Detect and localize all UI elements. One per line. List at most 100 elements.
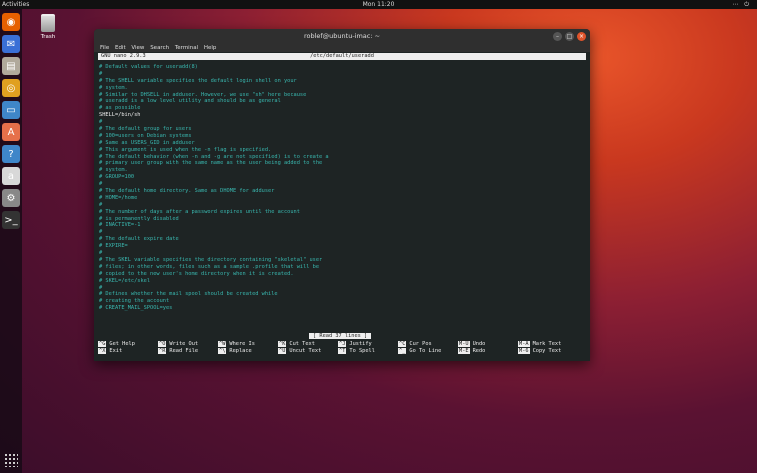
file-line: # creating the account (99, 298, 579, 305)
menu-edit[interactable]: Edit (115, 45, 126, 51)
file-line: # (99, 250, 579, 257)
shortcut-item: ^JJustify (338, 341, 398, 348)
dock: ◉ ✉ ▤ ◎ ▭ A? a ⚙ >_ (0, 9, 22, 473)
shortcut-label: Exit (109, 348, 122, 354)
shortcut-label: Read File (169, 348, 198, 354)
file-line: SHELL=/bin/sh (99, 112, 579, 119)
file-line: # The SHELL variable specifies the defau… (99, 78, 579, 85)
clock[interactable]: Mon 11:20 (0, 0, 757, 9)
file-line: # This argument is used when the -n flag… (99, 147, 579, 154)
dock-files-icon[interactable]: ▤ (2, 57, 20, 75)
shortcut-item: M-AMark Text (518, 341, 578, 348)
close-button[interactable]: × (577, 32, 586, 41)
maximize-button[interactable]: □ (565, 32, 574, 41)
shortcut-item: ^\Replace (218, 348, 278, 355)
shortcut-item: M-UUndo (458, 341, 518, 348)
shortcut-label: Replace (229, 348, 251, 354)
dock-libreoffice-writer-icon[interactable]: ▭ (2, 101, 20, 119)
nano-filename: /etc/default/useradd (98, 53, 586, 60)
file-line: # system. (99, 167, 579, 174)
file-line: # primary user group with the same name … (99, 160, 579, 167)
shortcut-item: ^RRead File (158, 348, 218, 355)
shortcut-label: To Spell (349, 348, 375, 354)
menu-view[interactable]: View (131, 45, 144, 51)
shortcut-label: Get Help (109, 341, 135, 347)
nano-status: [ Read 37 lines ] (309, 333, 371, 339)
menu-search[interactable]: Search (150, 45, 169, 51)
file-line: # Default values for useradd(8) (99, 64, 579, 71)
shortcut-key: ^C (398, 341, 406, 347)
file-line: # The default behavior (when -n and -g a… (99, 154, 579, 161)
file-line: # CREATE_MAIL_SPOOL=yes (99, 305, 579, 312)
file-line: # The default expire date (99, 236, 579, 243)
shortcut-label: Redo (473, 348, 486, 354)
file-line: # 100=users on Debian systems (99, 133, 579, 140)
file-line: # The SKEL variable specifies the direct… (99, 257, 579, 264)
trash-label: Trash (34, 34, 62, 40)
terminal-window: roblef@ubuntu-imac: ~ – □ × File Edit Vi… (94, 29, 590, 361)
dock-software-center-icon[interactable]: A (2, 123, 20, 141)
shortcut-key: ^\ (218, 348, 226, 354)
dock-settings-icon[interactable]: ⚙ (2, 189, 20, 207)
shortcut-key: M-6 (518, 348, 530, 354)
shortcut-item: ^WWhere Is (218, 341, 278, 348)
shortcut-key: M-A (518, 341, 530, 347)
file-line: # Similar to DHSELL in adduser. However,… (99, 92, 579, 99)
shortcut-item: ^XExit (98, 348, 158, 355)
shortcut-label: Justify (349, 341, 371, 347)
shortcut-key: ^O (158, 341, 166, 347)
shortcut-label: Copy Text (533, 348, 562, 354)
top-panel: Activities Mon 11:20 ⋯ ⏻ (0, 0, 757, 9)
dock-amazon-icon[interactable]: a (2, 167, 20, 185)
shortcut-label: Cur Pos (409, 341, 431, 347)
shortcut-key: ^K (278, 341, 286, 347)
shortcut-label: Where Is (229, 341, 255, 347)
shortcut-label: Uncut Text (289, 348, 321, 354)
menu-terminal[interactable]: Terminal (175, 45, 198, 51)
shortcut-label: Cut Text (289, 341, 315, 347)
file-line: # (99, 229, 579, 236)
file-line: # INACTIVE=-1 (99, 222, 579, 229)
minimize-button[interactable]: – (553, 32, 562, 41)
shortcut-item: M-6Copy Text (518, 348, 578, 355)
terminal-area[interactable]: GNU nano 2.9.3 /etc/default/useradd # De… (94, 52, 590, 361)
file-line: # SKEL=/etc/skel (99, 278, 579, 285)
shortcut-label: Go To Line (409, 348, 441, 354)
window-titlebar[interactable]: roblef@ubuntu-imac: ~ – □ × (94, 29, 590, 44)
menu-file[interactable]: File (100, 45, 109, 51)
file-line: # is permanently disabled (99, 216, 579, 223)
file-line: # Defines whether the mail spool should … (99, 291, 579, 298)
file-content[interactable]: # Default values for useradd(8)## The SH… (99, 64, 579, 312)
file-line: # (99, 71, 579, 78)
file-line: # files; in other words, files such as a… (99, 264, 579, 271)
file-line: # system. (99, 85, 579, 92)
show-applications-icon[interactable] (4, 453, 18, 467)
shortcut-key: ^T (338, 348, 346, 354)
dock-help-icon[interactable]: ? (2, 145, 20, 163)
window-title: roblef@ubuntu-imac: ~ (304, 32, 380, 40)
file-line: # as possible (99, 105, 579, 112)
file-line: # copied to the new user's home director… (99, 271, 579, 278)
file-line: # (99, 202, 579, 209)
shortcut-key: ^_ (398, 348, 406, 354)
shortcut-item: ^KCut Text (278, 341, 338, 348)
dock-terminal-icon[interactable]: >_ (2, 211, 20, 229)
file-line: # HOME=/home (99, 195, 579, 202)
shortcut-item: ^UUncut Text (278, 348, 338, 355)
menu-help[interactable]: Help (204, 45, 217, 51)
system-tray[interactable]: ⋯ ⏻ (732, 0, 751, 9)
nano-header: GNU nano 2.9.3 /etc/default/useradd (98, 53, 586, 60)
shortcut-key: ^J (338, 341, 346, 347)
dock-thunderbird-icon[interactable]: ✉ (2, 35, 20, 53)
shortcut-label: Undo (473, 341, 486, 347)
file-line: # GROUP=100 (99, 174, 579, 181)
shortcut-key: ^X (98, 348, 106, 354)
file-line: # (99, 285, 579, 292)
desktop-trash[interactable]: Trash (34, 14, 62, 40)
shortcut-key: ^U (278, 348, 286, 354)
file-line: # The number of days after a password ex… (99, 209, 579, 216)
dock-rhythmbox-icon[interactable]: ◎ (2, 79, 20, 97)
shortcut-item: ^OWrite Out (158, 341, 218, 348)
file-line: # Same as USERS_GID in adduser (99, 140, 579, 147)
dock-firefox-icon[interactable]: ◉ (2, 13, 20, 31)
